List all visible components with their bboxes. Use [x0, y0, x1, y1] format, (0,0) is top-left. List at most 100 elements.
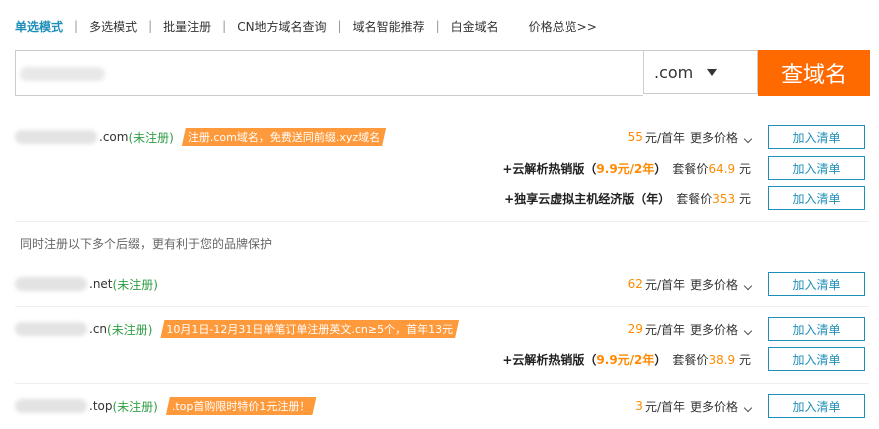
promo-badge: 10月1日-12月31日单笔订单注册英文.cn≥5个，首年13元	[160, 320, 459, 338]
domain-tld: .com	[99, 130, 129, 144]
package-prefix: +云解析热销版（	[502, 161, 597, 176]
domain-status: (未注册)	[107, 322, 153, 337]
price-value: 3	[635, 399, 643, 413]
add-to-list-button[interactable]: 加入清单	[768, 186, 865, 210]
divider	[15, 221, 869, 222]
tab-platinum-domain[interactable]: 白金域名	[451, 18, 499, 35]
price-unit: 元/首年	[644, 130, 685, 145]
package-price: 套餐价353 元	[676, 190, 751, 207]
package-price-unit: 元	[738, 352, 751, 367]
domain-status: (未注册)	[128, 130, 174, 145]
add-to-list-button[interactable]: 加入清单	[768, 347, 865, 371]
package-deal: 9.9元/2年	[596, 352, 655, 367]
add-to-list-button[interactable]: 加入清单	[768, 272, 865, 296]
domain-row-com: .com (未注册) 注册.com域名，免费送同前缀.xyz域名 55 元/首年…	[15, 124, 865, 150]
add-to-list-button[interactable]: 加入清单	[768, 125, 865, 149]
multi-suffix-hint: 同时注册以下多个后缀，更有利于您的品牌保护	[20, 237, 273, 251]
blurred-domain-prefix	[15, 277, 87, 291]
blurred-domain-prefix	[15, 322, 87, 336]
price-area: 55 元/首年 更多价格 加入清单	[628, 124, 865, 150]
domain-name: .com (未注册) 注册.com域名，免费送同前缀.xyz域名	[15, 128, 386, 146]
domain-tld: .net	[89, 277, 113, 291]
domain-status: (未注册)	[112, 277, 158, 292]
package-price-value: 64.9	[708, 161, 736, 176]
package-offer: +独享云虚拟主机经济版（年） 套餐价353 元 加入清单	[504, 185, 865, 211]
price-area: 29 元/首年 更多价格 加入清单	[628, 316, 865, 342]
add-to-list-button[interactable]: 加入清单	[768, 394, 865, 418]
package-suffix: ）	[654, 161, 667, 176]
domain-row-cn: .cn (未注册) 10月1日-12月31日单笔订单注册英文.cn≥5个，首年1…	[15, 316, 865, 342]
domain-name: .cn (未注册) 10月1日-12月31日单笔订单注册英文.cn≥5个，首年1…	[15, 320, 459, 338]
package-prefix: +云解析热销版（	[502, 352, 597, 367]
package-deal: 9.9元/2年	[596, 161, 655, 176]
domain-status: (未注册)	[112, 399, 158, 414]
price-area: 62 元/首年 更多价格 加入清单	[628, 271, 865, 297]
more-prices-label: 更多价格	[689, 130, 738, 145]
add-to-list-button[interactable]: 加入清单	[768, 156, 865, 180]
package-offer: +云解析热销版（9.9元/2年） 套餐价38.9 元 加入清单	[502, 346, 865, 372]
divider	[15, 306, 869, 307]
price-unit: 元/首年	[644, 399, 685, 414]
price-area: 3 元/首年 更多价格 加入清单	[635, 393, 865, 419]
tab-divider: |	[337, 19, 342, 33]
tab-divider: |	[74, 19, 79, 33]
domain-row-net: .net (未注册) 62 元/首年 更多价格 加入清单	[15, 271, 865, 297]
package-price: 套餐价38.9 元	[672, 351, 751, 368]
more-prices-link[interactable]: 更多价格	[690, 321, 753, 338]
domain-tld: .top	[89, 399, 113, 413]
divider	[15, 383, 869, 384]
domain-search-input[interactable]	[15, 50, 643, 96]
more-prices-link[interactable]: 更多价格	[689, 398, 753, 415]
chevron-down-icon	[743, 403, 753, 412]
promo-badge: .top首购限时特价1元注册！	[166, 397, 317, 415]
domain-name: .net (未注册)	[15, 276, 158, 293]
mode-tabs: 单选模式 | 多选模式 | 批量注册 | CN地方域名查询 | 域名智能推荐 |…	[15, 17, 597, 35]
blurred-domain-prefix	[15, 399, 87, 413]
domain-search-bar: .com 查域名	[15, 50, 870, 96]
blurred-query	[20, 67, 105, 81]
package-prefix: +独享云虚拟主机经济版（年）	[504, 191, 671, 206]
package-name: +云解析热销版（9.9元/2年）	[502, 351, 666, 368]
package-price-unit: 元	[738, 191, 751, 206]
package-price-label: 套餐价	[672, 352, 709, 367]
tab-bulk-register[interactable]: 批量注册	[163, 18, 211, 35]
tab-multi-mode[interactable]: 多选模式	[89, 18, 137, 35]
more-prices-label: 更多价格	[689, 277, 738, 292]
tab-smart-recommend[interactable]: 域名智能推荐	[353, 18, 425, 35]
tab-single-mode[interactable]: 单选模式	[15, 18, 63, 35]
price-value: 29	[627, 322, 643, 336]
domain-row-top: .top (未注册) .top首购限时特价1元注册！ 3 元/首年 更多价格 加…	[15, 393, 865, 419]
tab-divider: |	[148, 19, 153, 33]
package-price-value: 38.9	[708, 352, 736, 367]
blurred-domain-prefix	[15, 130, 97, 144]
package-offer: +云解析热销版（9.9元/2年） 套餐价64.9 元 加入清单	[502, 155, 865, 181]
package-row: +云解析热销版（9.9元/2年） 套餐价38.9 元 加入清单	[15, 346, 865, 372]
chevron-down-icon	[743, 281, 753, 290]
package-price-label: 套餐价	[676, 191, 713, 206]
domain-name: .top (未注册) .top首购限时特价1元注册！	[15, 397, 316, 415]
more-prices-label: 更多价格	[689, 399, 738, 414]
package-price-unit: 元	[738, 161, 751, 176]
tab-price-overview[interactable]: 价格总览>>	[529, 18, 597, 35]
caret-down-icon	[707, 68, 718, 76]
tab-divider: |	[435, 19, 440, 33]
price-value: 55	[627, 130, 643, 144]
package-price: 套餐价64.9 元	[672, 160, 751, 177]
promo-badge: 注册.com域名，免费送同前缀.xyz域名	[182, 128, 386, 146]
package-row: +云解析热销版（9.9元/2年） 套餐价64.9 元 加入清单	[15, 155, 865, 181]
package-row: +独享云虚拟主机经济版（年） 套餐价353 元 加入清单	[15, 185, 865, 211]
suffix-select[interactable]: .com	[643, 50, 758, 94]
suffix-value: .com	[654, 62, 694, 82]
more-prices-link[interactable]: 更多价格	[689, 129, 753, 146]
more-prices-link[interactable]: 更多价格	[689, 276, 753, 293]
package-name: +云解析热销版（9.9元/2年）	[502, 160, 666, 177]
domain-tld: .cn	[89, 322, 108, 336]
price-value: 62	[627, 277, 643, 291]
tab-divider: |	[222, 19, 227, 33]
chevron-down-icon	[743, 134, 753, 143]
tab-cn-local-query[interactable]: CN地方域名查询	[237, 18, 326, 35]
search-domain-button[interactable]: 查域名	[758, 50, 870, 96]
package-price-value: 353	[712, 191, 736, 206]
chevron-down-icon	[743, 326, 753, 335]
add-to-list-button[interactable]: 加入清单	[768, 317, 865, 341]
